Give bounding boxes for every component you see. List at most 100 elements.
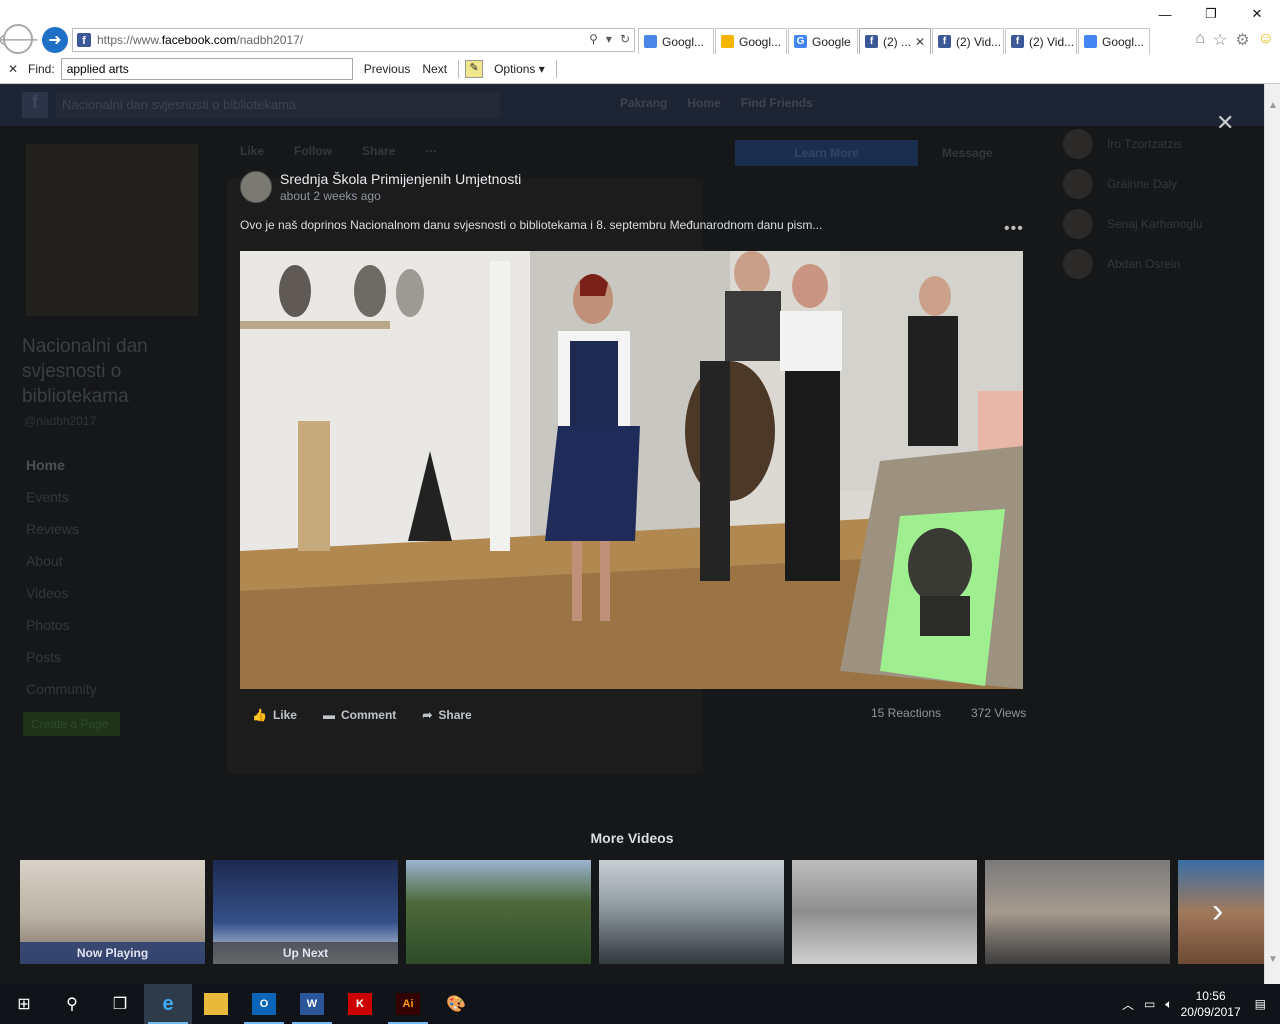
favorites-star-icon[interactable]: ☆ xyxy=(1213,30,1227,50)
windows-start-icon[interactable]: ⊞ xyxy=(0,984,48,1024)
page-left-nav: Home Events Reviews About Videos Photos Posts C… xyxy=(26,449,97,705)
page-nav-item[interactable]: Events xyxy=(26,481,97,513)
video-thumbnail[interactable]: Now Playing xyxy=(20,860,205,964)
page-nav-item[interactable]: About xyxy=(26,545,97,577)
network-icon[interactable]: ▭ xyxy=(1144,997,1155,1011)
paint-icon[interactable]: 🎨 xyxy=(432,984,480,1024)
refresh-icon[interactable]: ↻ xyxy=(620,32,630,46)
close-viewer-icon[interactable]: ✕ xyxy=(1216,110,1234,136)
facebook-nav-item[interactable]: Find Friends xyxy=(741,96,813,110)
close-find-icon[interactable]: ✕ xyxy=(8,62,22,76)
avatar xyxy=(1063,249,1093,279)
file-explorer-icon[interactable] xyxy=(192,984,240,1024)
browser-tab[interactable]: Googl... xyxy=(715,28,787,54)
scroll-up-icon[interactable]: ▲ xyxy=(1268,100,1278,111)
tray-chevron-icon[interactable]: ︿ xyxy=(1122,996,1134,1013)
facebook-icon: f xyxy=(865,35,878,48)
facebook-icon: f xyxy=(938,35,951,48)
scroll-down-icon[interactable]: ▼ xyxy=(1268,954,1278,965)
forward-button[interactable]: ➜ xyxy=(42,27,68,53)
page-nav-item[interactable]: Community xyxy=(26,673,97,705)
url-text: https://www.facebook.com/nadbh2017/ xyxy=(97,33,304,47)
share-button[interactable]: ➦ Share xyxy=(422,708,471,722)
page-nav-item[interactable]: Posts xyxy=(26,641,97,673)
facebook-nav-item[interactable]: Pakrang xyxy=(620,96,667,110)
chat-contact[interactable]: Senaj Karhanoglu xyxy=(1063,204,1264,244)
views-count: 372 Views xyxy=(971,706,1027,720)
search-icon[interactable]: ⚲ xyxy=(48,984,96,1024)
feedback-smiley-icon[interactable]: ☺ xyxy=(1258,30,1274,50)
page-handle: @nadbh2017 xyxy=(24,414,97,428)
close-window-button[interactable]: ✕ xyxy=(1234,0,1280,28)
address-bar[interactable]: f https://www.facebook.com/nadbh2017/ ⚲ ▾… xyxy=(72,28,635,52)
minimize-button[interactable]: — xyxy=(1142,0,1188,28)
chat-contact[interactable]: Gráinne Daly xyxy=(1063,164,1264,204)
home-icon[interactable]: ⌂ xyxy=(1195,30,1205,50)
browser-tab[interactable]: Googl... xyxy=(1078,28,1150,54)
video-thumbnail[interactable] xyxy=(406,860,591,964)
post-timestamp[interactable]: about 2 weeks ago xyxy=(280,189,521,203)
page-action-button[interactable]: Like xyxy=(240,144,264,158)
page-nav-item[interactable]: Home xyxy=(26,449,97,481)
create-page-button[interactable]: Create a Page xyxy=(23,712,120,736)
clock[interactable]: 10:56 20/09/2017 xyxy=(1181,988,1241,1020)
find-next-button[interactable]: Next xyxy=(421,62,448,76)
video-thumbnail[interactable]: Up Next xyxy=(213,860,398,964)
settings-gear-icon[interactable]: ⚙ xyxy=(1235,30,1249,50)
task-view-icon[interactable]: ❒ xyxy=(96,984,144,1024)
tab-label: (2) Vid... xyxy=(956,34,1002,49)
more-options-icon[interactable]: ••• xyxy=(1004,220,1024,238)
facebook-nav-item[interactable]: Home xyxy=(687,96,720,110)
chevron-down-icon[interactable]: ▾ xyxy=(606,32,612,46)
facebook-logo-icon[interactable]: f xyxy=(22,92,48,118)
outlook-icon[interactable]: O xyxy=(240,984,288,1024)
find-previous-button[interactable]: Previous xyxy=(363,62,412,76)
avatar[interactable] xyxy=(240,171,272,203)
learn-more-button[interactable]: Learn More xyxy=(735,140,918,166)
page-nav-item[interactable]: Photos xyxy=(26,609,97,641)
illustrator-icon[interactable]: Ai xyxy=(384,984,432,1024)
page-action-button[interactable]: Share xyxy=(362,144,395,158)
video-thumbnail[interactable] xyxy=(599,860,784,964)
message-button[interactable]: Message xyxy=(942,146,993,160)
browser-tab[interactable]: G Google xyxy=(788,28,858,54)
find-input[interactable] xyxy=(60,58,353,80)
tab-label: (2) Vid... xyxy=(1029,34,1075,49)
word-icon[interactable]: W xyxy=(288,984,336,1024)
more-videos-strip: Now Playing Up Next xyxy=(20,860,1264,964)
volume-icon[interactable]: 🔈︎ xyxy=(1165,997,1172,1012)
page-scrollbar[interactable]: ▲ ▼ xyxy=(1264,84,1280,984)
like-button[interactable]: 👍 Like xyxy=(252,708,297,722)
browser-tab[interactable]: Googl... xyxy=(638,28,714,54)
find-options-button[interactable]: Options ▾ xyxy=(493,62,546,76)
kaspersky-icon[interactable]: K xyxy=(336,984,384,1024)
chevron-right-icon[interactable]: › xyxy=(1212,892,1223,931)
comment-button[interactable]: ▬ Comment xyxy=(323,708,396,722)
video-thumbnail[interactable] xyxy=(792,860,977,964)
page-nav-item[interactable]: Videos xyxy=(26,577,97,609)
chat-contact[interactable]: Abdan Osrein xyxy=(1063,244,1264,284)
close-tab-icon[interactable]: ✕ xyxy=(915,35,925,49)
notifications-icon[interactable]: ▤ xyxy=(1255,997,1266,1011)
browser-tab[interactable]: f (2) ... ✕ xyxy=(859,28,931,54)
chat-contact-name: Senaj Karhanoglu xyxy=(1107,217,1203,231)
page-nav-item[interactable]: Reviews xyxy=(26,513,97,545)
internet-explorer-icon[interactable]: e xyxy=(144,984,192,1024)
browser-tab[interactable]: f (2) Vid... xyxy=(1005,28,1077,54)
video-thumbnail[interactable] xyxy=(985,860,1170,964)
page-action-button[interactable]: Follow xyxy=(294,144,332,158)
video-stats: 15 Reactions 372 Views xyxy=(871,706,1026,720)
avatar xyxy=(1063,129,1093,159)
facebook-search-input[interactable]: Nacionalni dan svjesnosti o bibliotekama xyxy=(56,92,500,118)
poster-name[interactable]: Srednja Škola Primijenjenih Umjetnosti xyxy=(280,171,521,187)
chat-contact-name: Iro Tzortzatzis xyxy=(1107,137,1183,151)
back-button[interactable]: 🡐 xyxy=(0,24,39,54)
page-action-button[interactable]: ··· xyxy=(425,144,437,158)
highlight-pen-icon[interactable]: ✎ xyxy=(465,60,484,78)
reactions-count[interactable]: 15 Reactions xyxy=(871,706,941,720)
video-player[interactable] xyxy=(240,251,1023,689)
google-drive-icon xyxy=(721,35,734,48)
restore-button[interactable]: ❐ xyxy=(1188,0,1234,28)
browser-tab[interactable]: f (2) Vid... xyxy=(932,28,1004,54)
search-icon[interactable]: ⚲ xyxy=(589,32,598,46)
